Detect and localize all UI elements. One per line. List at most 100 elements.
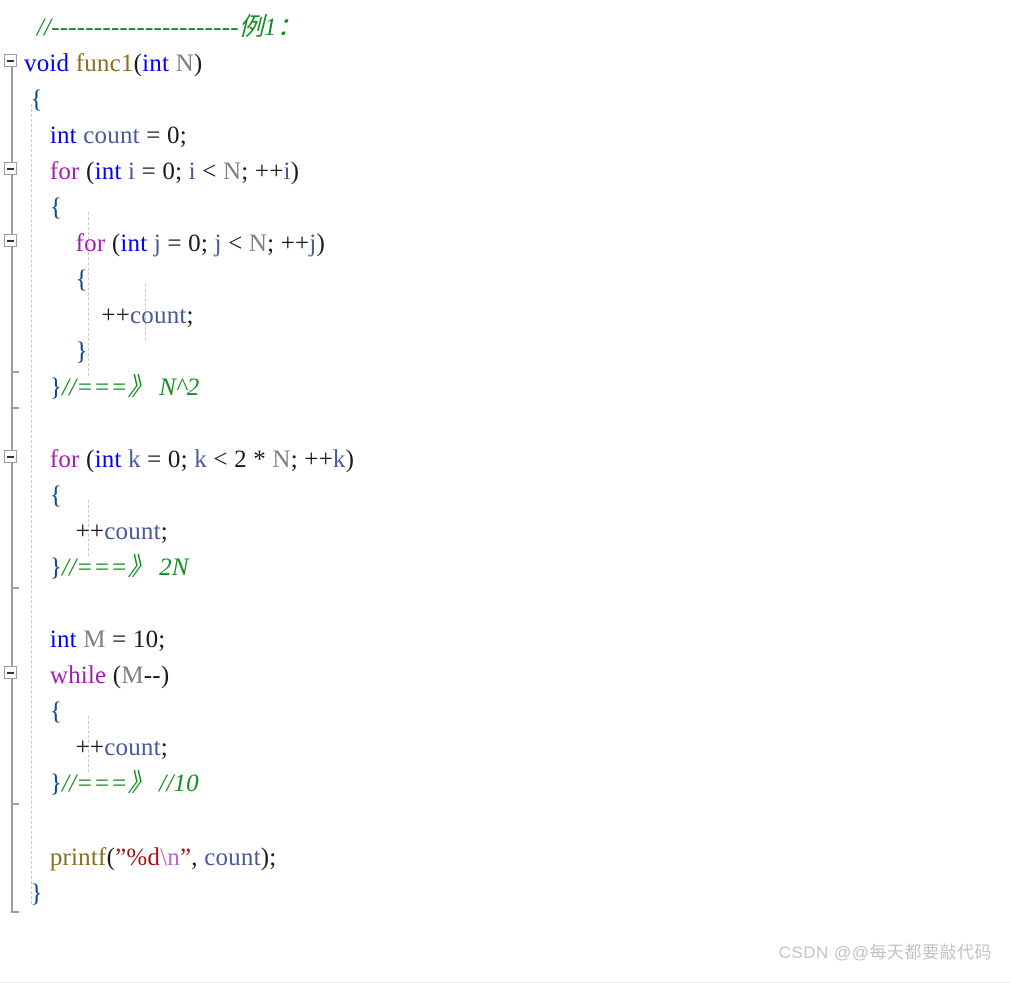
code-token: = 0; bbox=[139, 122, 187, 149]
code-token: ” bbox=[179, 844, 192, 871]
code-editor[interactable]: //----------------------例1： void func1(in… bbox=[0, 0, 1010, 935]
code-token: { bbox=[49, 698, 63, 725]
code-token: ( bbox=[79, 446, 95, 473]
code-token: count bbox=[83, 122, 140, 149]
code-token: = 0; bbox=[135, 158, 189, 185]
code-token: count bbox=[104, 734, 161, 761]
code-token: < 2 * bbox=[206, 446, 273, 473]
code-token: } bbox=[75, 338, 88, 365]
increment-count-while[interactable]: ++count; bbox=[24, 730, 168, 766]
code-token: ; bbox=[160, 734, 168, 761]
function-close-brace[interactable]: } bbox=[24, 876, 43, 912]
code-token: N bbox=[272, 446, 291, 473]
function-open-brace[interactable]: { bbox=[24, 82, 43, 118]
for-i-open-brace[interactable]: { bbox=[24, 190, 62, 226]
code-token: ) bbox=[193, 50, 203, 77]
code-token: func1 bbox=[75, 50, 134, 77]
for-k-close-with-complexity-comment[interactable]: }//===》 2N bbox=[24, 550, 189, 586]
code-token: void bbox=[24, 50, 70, 77]
code-token: ( bbox=[106, 662, 122, 689]
code-token: ; bbox=[186, 302, 194, 329]
code-token: { bbox=[75, 266, 88, 293]
while-open-brace[interactable]: { bbox=[24, 694, 62, 730]
code-token: = 0; bbox=[160, 230, 215, 257]
code-token: ( bbox=[105, 230, 121, 257]
code-token: ( bbox=[106, 844, 116, 871]
comment-example-header[interactable]: //----------------------例1： bbox=[24, 10, 302, 46]
code-token: while bbox=[49, 662, 107, 689]
blank-line-1[interactable] bbox=[24, 406, 30, 442]
code-token: i bbox=[188, 158, 196, 185]
for-j-close-brace[interactable]: } bbox=[24, 334, 88, 370]
code-token: for bbox=[49, 446, 80, 473]
code-token: { bbox=[24, 86, 43, 113]
for-loop-i[interactable]: for (int i = 0; i < N; ++i) bbox=[24, 154, 299, 190]
code-token: < bbox=[195, 158, 224, 185]
code-token: int bbox=[94, 446, 122, 473]
function-signature[interactable]: void func1(int N) bbox=[24, 46, 202, 82]
code-token: printf bbox=[49, 844, 107, 871]
code-surface[interactable]: //----------------------例1： void func1(in… bbox=[0, 0, 1010, 935]
code-token: ; ++ bbox=[267, 230, 310, 257]
code-token: int bbox=[94, 158, 122, 185]
code-token: k bbox=[194, 446, 207, 473]
increment-count-inner[interactable]: ++count; bbox=[24, 298, 194, 334]
code-token: ++ bbox=[24, 518, 105, 545]
code-token: = 10; bbox=[105, 626, 166, 653]
code-token: N bbox=[175, 50, 194, 77]
code-token: ) bbox=[290, 158, 300, 185]
code-token: ++ bbox=[24, 302, 130, 329]
increment-count-k[interactable]: ++count; bbox=[24, 514, 168, 550]
code-token: int bbox=[142, 50, 170, 77]
code-token: for bbox=[49, 158, 80, 185]
while-loop-m[interactable]: while (M--) bbox=[24, 658, 169, 694]
for-i-close-with-complexity-comment[interactable]: }//===》 N^2 bbox=[24, 370, 200, 406]
code-token: { bbox=[49, 194, 63, 221]
declare-count[interactable]: int count = 0; bbox=[24, 118, 187, 154]
blank-line-2[interactable] bbox=[24, 586, 30, 622]
code-token: ” bbox=[115, 844, 127, 871]
code-token: ( bbox=[133, 50, 143, 77]
code-token: //===》 2N bbox=[62, 554, 189, 581]
declare-m[interactable]: int M = 10; bbox=[24, 622, 165, 658]
for-loop-j[interactable]: for (int j = 0; j < N; ++j) bbox=[24, 226, 325, 262]
while-close-with-complexity-comment[interactable]: }//===》 //10 bbox=[24, 766, 199, 802]
for-j-open-brace[interactable]: { bbox=[24, 262, 88, 298]
blank-line-3[interactable] bbox=[24, 802, 30, 838]
code-token: int bbox=[49, 122, 77, 149]
code-token: } bbox=[24, 880, 43, 907]
code-token: j bbox=[214, 230, 222, 257]
code-token: < bbox=[221, 230, 249, 257]
code-token: ; ++ bbox=[241, 158, 284, 185]
code-token: //===》 //10 bbox=[62, 770, 199, 797]
code-token: } bbox=[49, 374, 63, 401]
code-token: j bbox=[153, 230, 161, 257]
printf-statement[interactable]: printf(”%d\n”, count); bbox=[24, 840, 276, 876]
code-token: count bbox=[130, 302, 187, 329]
for-loop-k[interactable]: for (int k = 0; k < 2 * N; ++k) bbox=[24, 442, 354, 478]
code-token: ); bbox=[260, 844, 277, 871]
code-token: M bbox=[83, 626, 106, 653]
code-token: \n bbox=[160, 844, 180, 871]
code-token: %d bbox=[126, 844, 161, 871]
code-token: } bbox=[49, 554, 63, 581]
code-token: ) bbox=[316, 230, 325, 257]
code-token: i bbox=[283, 158, 291, 185]
code-token: ; bbox=[160, 518, 168, 545]
for-k-open-brace[interactable]: { bbox=[24, 478, 62, 514]
